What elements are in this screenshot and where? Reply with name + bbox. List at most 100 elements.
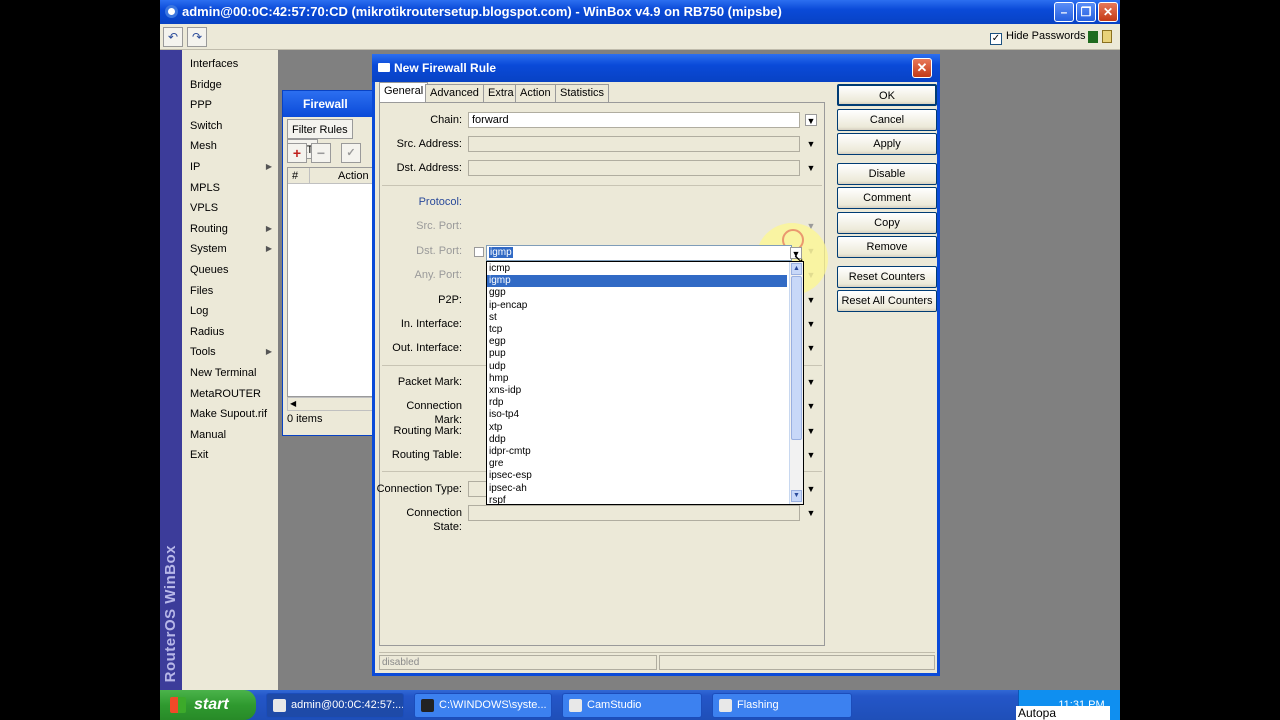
connection-type-dropdown-icon[interactable]: ▼ [805, 483, 817, 495]
hide-passwords-checkbox[interactable]: ✓ Hide Passwords [990, 30, 1085, 45]
maximize-button[interactable]: ❐ [1076, 2, 1096, 22]
protocol-option[interactable]: tcp [487, 324, 787, 336]
dst-address-field[interactable] [468, 160, 800, 176]
protocol-option[interactable]: pup [487, 348, 787, 360]
dst-address-label: Dst. Address: [396, 162, 462, 174]
routing-mark-dropdown-icon[interactable]: ▼ [805, 425, 817, 437]
reset-all-counters-button[interactable]: Reset All Counters [837, 290, 937, 312]
menu-item-tools[interactable]: Tools ▶ [182, 342, 278, 362]
scroll-down-icon[interactable]: ▼ [791, 490, 802, 502]
tab-statistics[interactable]: Statistics [555, 84, 610, 102]
comment-button[interactable]: Comment [837, 187, 937, 209]
task-camstudio[interactable]: CamStudio [562, 693, 702, 718]
protocol-dropdown-list[interactable]: ▲ ▼ icmp igmp ggp ip-encap st tcp egp pup udp hmp… [486, 261, 804, 505]
menu-item-files[interactable]: Files [182, 281, 278, 301]
menu-item-metarouter[interactable]: MetaROUTER [182, 384, 278, 404]
apply-button[interactable]: Apply [837, 133, 937, 155]
menu-item-mpls[interactable]: MPLS [182, 178, 278, 198]
task-flashing[interactable]: Flashing [712, 693, 852, 718]
routing-table-dropdown-icon[interactable]: ▼ [805, 449, 817, 461]
menu-item-make-supout-rif[interactable]: Make Supout.rif [182, 404, 278, 424]
protocol-option[interactable]: ip-encap [487, 300, 787, 312]
remove-button[interactable]: Remove [837, 236, 937, 258]
protocol-option[interactable]: rdp [487, 397, 787, 409]
redo-icon[interactable]: ↷ [187, 27, 207, 47]
connection-mark-dropdown-icon[interactable]: ▼ [805, 400, 817, 412]
chain-field[interactable]: forward [468, 112, 800, 128]
src-address-field[interactable] [468, 136, 800, 152]
cancel-button[interactable]: Cancel [837, 109, 937, 131]
src-address-dropdown-icon[interactable]: ▼ [805, 138, 817, 150]
start-button[interactable]: start [160, 690, 256, 720]
menu-item-mesh[interactable]: Mesh [182, 136, 278, 156]
menu-item-interfaces[interactable]: Interfaces [182, 54, 278, 74]
out-interface-dropdown-icon[interactable]: ▼ [805, 342, 817, 354]
task-cmd[interactable]: C:\WINDOWS\syste... [414, 693, 552, 718]
menu-item-radius[interactable]: Radius [182, 322, 278, 342]
protocol-option[interactable]: xns-idp [487, 385, 787, 397]
protocol-option[interactable]: idpr-cmtp [487, 446, 787, 458]
tab-extra[interactable]: Extra [483, 84, 519, 102]
remove-icon[interactable]: − [311, 143, 331, 163]
tab-advanced[interactable]: Advanced [425, 84, 484, 102]
menu-item-new-terminal[interactable]: New Terminal [182, 363, 278, 383]
menu-item-manual[interactable]: Manual [182, 425, 278, 445]
dst-address-dropdown-icon[interactable]: ▼ [805, 162, 817, 174]
undo-icon[interactable]: ↶ [163, 27, 183, 47]
protocol-option[interactable]: rspf [487, 495, 787, 504]
protocol-option[interactable]: gre [487, 458, 787, 470]
copy-button[interactable]: Copy [837, 212, 937, 234]
protocol-input[interactable]: igmp [486, 245, 792, 261]
tab-filter-rules[interactable]: Filter Rules [287, 119, 353, 139]
protocol-option[interactable]: ipsec-esp [487, 470, 787, 482]
protocol-negate-checkbox[interactable] [474, 247, 484, 257]
scroll-left-icon[interactable]: ◀ [290, 399, 296, 408]
protocol-option[interactable]: xtp [487, 422, 787, 434]
dropdown-scrollbar[interactable]: ▲ ▼ [789, 262, 803, 504]
filter-rules-list[interactable]: # Action [287, 167, 384, 397]
menu-item-switch[interactable]: Switch [182, 116, 278, 136]
disable-button[interactable]: Disable [837, 163, 937, 185]
ok-button[interactable]: OK [837, 84, 937, 106]
packet-mark-dropdown-icon[interactable]: ▼ [805, 376, 817, 388]
menu-item-exit[interactable]: Exit [182, 445, 278, 465]
protocol-option[interactable]: icmp [487, 263, 787, 275]
tab-general[interactable]: General [379, 82, 429, 102]
protocol-label: Protocol: [418, 196, 462, 208]
scroll-thumb[interactable] [791, 276, 802, 440]
menu-item-log[interactable]: Log [182, 301, 278, 321]
reset-counters-button[interactable]: Reset Counters [837, 266, 937, 288]
task-winbox[interactable]: admin@00:0C:42:57:... [266, 693, 404, 718]
protocol-option[interactable]: ggp [487, 287, 787, 299]
menu-item-routing[interactable]: Routing ▶ [182, 219, 278, 239]
add-icon[interactable]: + [287, 143, 307, 163]
in-interface-dropdown-icon[interactable]: ▼ [805, 318, 817, 330]
menu-item-ip[interactable]: IP ▶ [182, 157, 278, 177]
protocol-option[interactable]: egp [487, 336, 787, 348]
connection-state-dropdown-icon[interactable]: ▼ [805, 507, 817, 519]
protocol-option[interactable]: ipsec-ah [487, 483, 787, 495]
protocol-option[interactable]: iso-tp4 [487, 409, 787, 421]
dialog-close-button[interactable]: ✕ [912, 58, 932, 78]
connection-state-field[interactable] [468, 505, 800, 521]
menu-item-vpls[interactable]: VPLS [182, 198, 278, 218]
column-number[interactable]: # [288, 168, 310, 184]
menu-item-queues[interactable]: Queues [182, 260, 278, 280]
menu-item-ppp[interactable]: PPP [182, 95, 278, 115]
minimize-button[interactable]: – [1054, 2, 1074, 22]
protocol-option[interactable]: igmp [487, 275, 787, 288]
protocol-option[interactable]: st [487, 312, 787, 324]
horizontal-scrollbar[interactable]: ◀ [287, 397, 383, 411]
scroll-up-icon[interactable]: ▲ [791, 263, 802, 275]
close-button[interactable]: ✕ [1098, 2, 1118, 22]
protocol-option[interactable]: ddp [487, 434, 787, 446]
p2p-dropdown-icon[interactable]: ▼ [805, 294, 817, 306]
chain-dropdown-icon[interactable]: ▼ [805, 114, 817, 126]
enable-icon[interactable]: ✓ [341, 143, 361, 163]
menu-item-system[interactable]: System ▶ [182, 239, 278, 259]
folder-task-icon [719, 699, 732, 712]
menu-item-bridge[interactable]: Bridge [182, 75, 278, 95]
tab-action[interactable]: Action [515, 84, 556, 102]
protocol-option[interactable]: hmp [487, 373, 787, 385]
protocol-option[interactable]: udp [487, 361, 787, 373]
